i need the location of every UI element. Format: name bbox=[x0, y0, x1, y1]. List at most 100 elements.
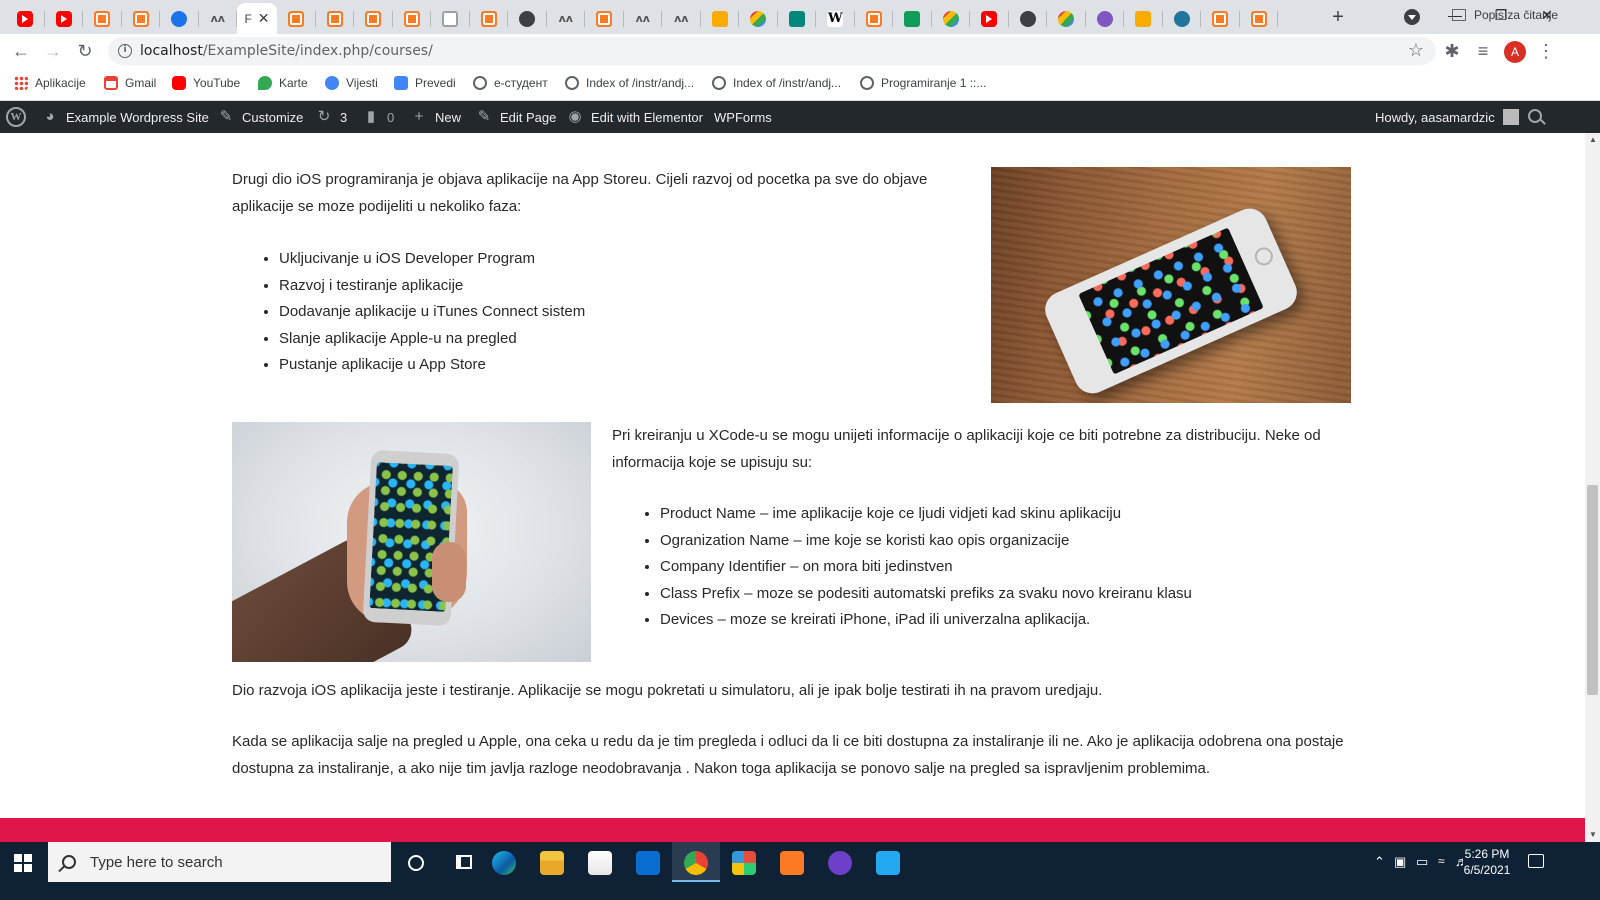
bookmark-star-icon[interactable]: ☆ bbox=[1408, 40, 1424, 61]
tab[interactable] bbox=[1086, 3, 1125, 34]
bookmark-item[interactable]: Vijesti bbox=[325, 76, 378, 90]
battery-icon[interactable]: ▭ bbox=[1416, 854, 1428, 870]
tab[interactable] bbox=[970, 3, 1009, 34]
taskbar-colorful-app-button[interactable] bbox=[731, 850, 757, 876]
taskbar-file-explorer-button[interactable] bbox=[539, 850, 565, 876]
google-icon bbox=[1058, 10, 1075, 27]
tab[interactable] bbox=[778, 3, 817, 34]
tab[interactable] bbox=[6, 3, 45, 34]
reading-list-button[interactable]: Popis za čitanje bbox=[1452, 8, 1558, 22]
tab[interactable] bbox=[1163, 3, 1202, 34]
wp-wpforms[interactable]: WPForms bbox=[714, 101, 772, 133]
forward-button[interactable]: → bbox=[41, 39, 65, 63]
tab[interactable]: ᴧᴧ bbox=[199, 3, 238, 34]
tab[interactable] bbox=[470, 3, 509, 34]
tab[interactable] bbox=[393, 3, 432, 34]
wp-customize[interactable]: ✎ Customize bbox=[218, 101, 304, 133]
start-button[interactable] bbox=[14, 854, 32, 872]
bookmark-item[interactable]: Index of /instr/andj... bbox=[712, 76, 841, 90]
taskbar-store-button[interactable] bbox=[587, 850, 613, 876]
wp-logo-menu[interactable]: W bbox=[6, 101, 26, 133]
bookmark-item[interactable]: Prevedi bbox=[394, 76, 456, 90]
tab[interactable]: W bbox=[816, 3, 855, 34]
scroll-down-arrow[interactable]: ▼ bbox=[1589, 830, 1597, 839]
tab[interactable] bbox=[932, 3, 971, 34]
drive-icon bbox=[750, 10, 767, 27]
xampp-icon bbox=[865, 10, 882, 27]
tab[interactable] bbox=[122, 3, 161, 34]
taskbar-mail-button[interactable] bbox=[635, 850, 661, 876]
wp-edit-page[interactable]: ✎ Edit Page bbox=[476, 101, 557, 133]
tab[interactable] bbox=[354, 3, 393, 34]
tab[interactable] bbox=[431, 3, 470, 34]
xcode-intro-paragraph: Pri kreiranju u XCode-u se mogu unijeti … bbox=[612, 427, 1321, 471]
media-control-icon[interactable]: ≡ bbox=[1471, 39, 1495, 63]
tab[interactable] bbox=[83, 3, 122, 34]
back-button[interactable]: ← bbox=[9, 39, 33, 63]
tab[interactable] bbox=[893, 3, 932, 34]
site-info-icon[interactable]: i bbox=[118, 44, 132, 58]
tab[interactable] bbox=[45, 3, 84, 34]
wp-edit-elementor[interactable]: ◉ Edit with Elementor bbox=[567, 101, 703, 133]
extensions-icon[interactable]: ✱ bbox=[1440, 39, 1464, 63]
bookmark-item[interactable]: e-студент bbox=[473, 76, 548, 90]
tab-close-icon[interactable]: ✕ bbox=[258, 10, 270, 27]
wp-new[interactable]: + New bbox=[411, 101, 461, 133]
wp-search-icon[interactable] bbox=[1528, 109, 1542, 123]
system-clock[interactable]: 5:26 PM 6/5/2021 bbox=[1452, 846, 1522, 878]
tab[interactable] bbox=[160, 3, 199, 34]
taskbar-edge-button[interactable] bbox=[491, 850, 517, 876]
new-tab-button[interactable]: + bbox=[1328, 7, 1348, 27]
bookmark-item[interactable]: Index of /instr/andj... bbox=[565, 76, 694, 90]
tab[interactable] bbox=[739, 3, 778, 34]
taskbar-chrome-button[interactable] bbox=[683, 850, 709, 876]
scroll-thumb[interactable] bbox=[1587, 485, 1598, 695]
cortana-button[interactable] bbox=[408, 855, 424, 871]
bookmark-item[interactable]: Karte bbox=[258, 76, 308, 90]
tab[interactable] bbox=[585, 3, 624, 34]
tab-search-button[interactable] bbox=[1404, 9, 1420, 25]
reload-button[interactable]: ↻ bbox=[73, 39, 97, 63]
task-view-button[interactable] bbox=[456, 855, 472, 869]
xcode-field-list-item: Devices – moze se kreirati iPhone, iPad … bbox=[660, 607, 1340, 634]
youtube-icon bbox=[172, 76, 186, 90]
edge-icon bbox=[492, 851, 516, 875]
tab[interactable] bbox=[1124, 3, 1163, 34]
tab[interactable]: ᴧᴧ bbox=[547, 3, 586, 34]
bookmark-item[interactable]: YouTube bbox=[172, 76, 240, 90]
chrome-menu-icon[interactable]: ⋮ bbox=[1534, 39, 1558, 63]
page-scrollbar[interactable]: ▲ ▼ bbox=[1585, 133, 1600, 842]
url-text[interactable]: localhost/ExampleSite/index.php/courses/ bbox=[140, 43, 433, 59]
network-adapter-icon[interactable]: ▣ bbox=[1394, 854, 1406, 870]
tab[interactable] bbox=[1047, 3, 1086, 34]
tab[interactable] bbox=[508, 3, 547, 34]
tab[interactable] bbox=[1240, 3, 1279, 34]
tab[interactable]: ᴧᴧ bbox=[662, 3, 701, 34]
scroll-up-arrow[interactable]: ▲ bbox=[1589, 135, 1597, 144]
wifi-icon[interactable]: ≈ bbox=[1438, 854, 1445, 868]
notifications-icon[interactable] bbox=[1528, 854, 1544, 868]
bookmark-item[interactable]: Gmail bbox=[104, 76, 156, 90]
tab[interactable] bbox=[316, 3, 355, 34]
taskbar-search-box[interactable]: Type here to search bbox=[48, 842, 391, 882]
taskbar-vscode-button[interactable] bbox=[875, 850, 901, 876]
tab[interactable] bbox=[1009, 3, 1048, 34]
tab-active[interactable]: F ✕ bbox=[237, 3, 277, 34]
bookmark-item[interactable]: Programiranje 1 ::... bbox=[860, 76, 986, 90]
tab[interactable] bbox=[277, 3, 316, 34]
wp-site-name[interactable]: ◕ Example Wordpress Site bbox=[42, 101, 208, 133]
profile-avatar[interactable]: A bbox=[1504, 41, 1526, 63]
tab[interactable]: ᴧᴧ bbox=[624, 3, 663, 34]
wp-updates[interactable]: ↻ 3 bbox=[316, 101, 348, 133]
taskbar-xampp-button[interactable] bbox=[779, 850, 805, 876]
bookmark-item[interactable]: Aplikacije bbox=[14, 76, 86, 90]
taskbar-github-button[interactable] bbox=[827, 850, 853, 876]
wp-my-account[interactable]: Howdy, aasamardzic bbox=[1375, 101, 1519, 133]
tab[interactable] bbox=[855, 3, 894, 34]
tab[interactable] bbox=[701, 3, 740, 34]
mt-icon: ᴧᴧ bbox=[210, 12, 225, 25]
tab[interactable] bbox=[1201, 3, 1240, 34]
address-bar[interactable]: i localhost/ExampleSite/index.php/course… bbox=[108, 37, 1436, 65]
wp-comments[interactable]: ▮ 0 bbox=[363, 101, 394, 133]
tray-chevron-icon[interactable]: ⌃ bbox=[1374, 854, 1385, 870]
